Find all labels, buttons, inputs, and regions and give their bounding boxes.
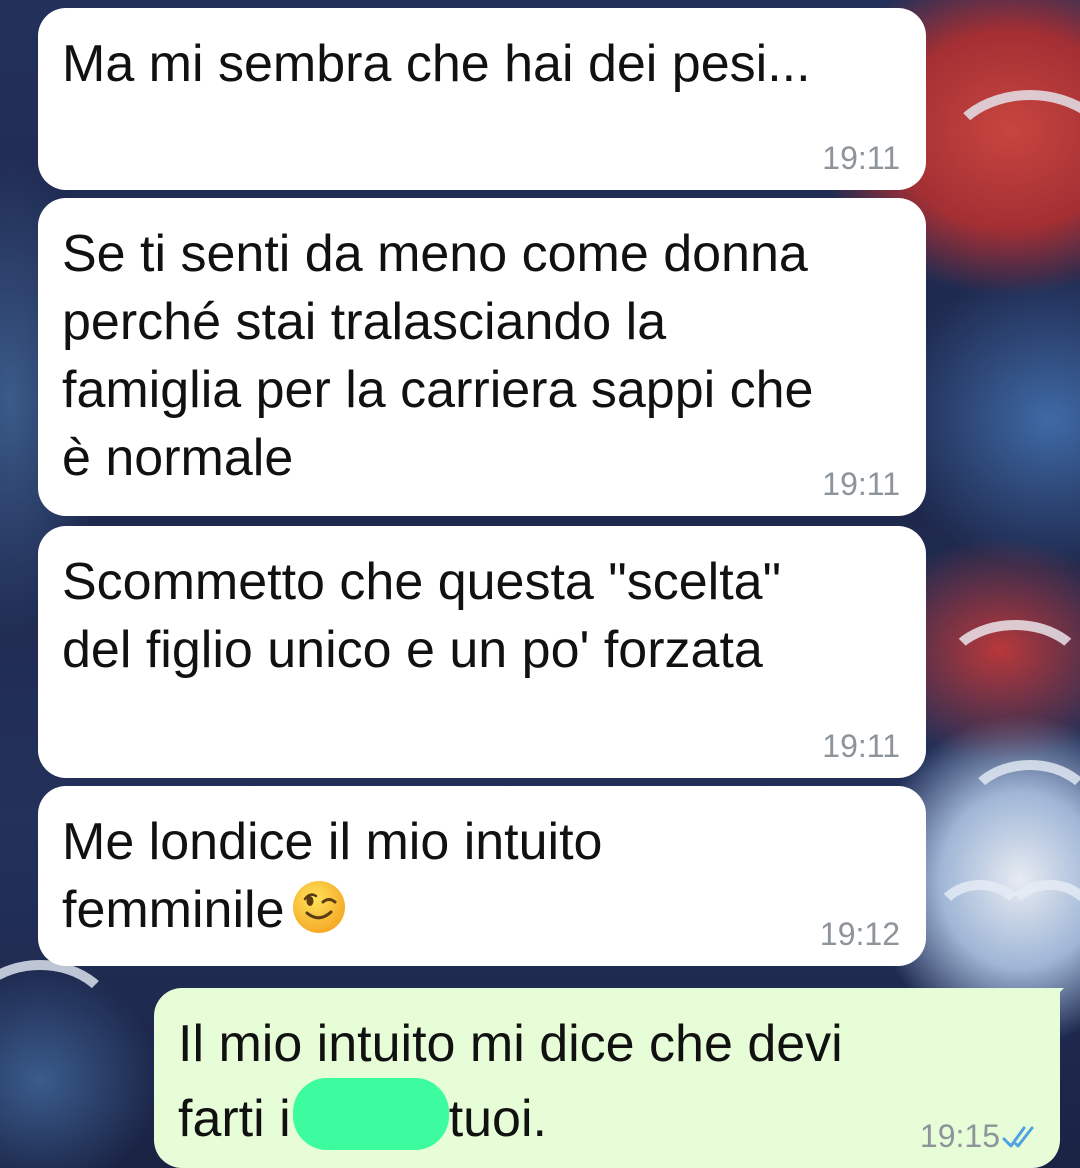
message-timestamp: 19:11 — [822, 466, 900, 502]
message-bubble-incoming[interactable]: Scommetto che questa "scelta" del figlio… — [38, 526, 926, 778]
message-text: Ma mi sembra che hai dei pesi... — [62, 35, 811, 93]
message-text-line: femminile — [62, 881, 285, 939]
redaction-mark — [292, 1078, 449, 1150]
wallpaper-wave — [940, 620, 1080, 730]
winking-face-emoji-icon — [292, 881, 345, 933]
message-bubble-outgoing[interactable]: Il mio intuito mi dice che devi farti i t… — [154, 988, 1060, 1168]
message-text-line-end: tuoi. — [448, 1090, 547, 1148]
message-bubble-incoming[interactable]: Ma mi sembra che hai dei pesi... 19:11 — [38, 8, 926, 190]
message-timestamp: 19:11 — [822, 728, 900, 764]
message-text: Me londice il mio intuito femminile — [62, 808, 902, 944]
message-text: Se ti senti da meno come donna perché st… — [62, 225, 814, 487]
message-timestamp: 19:15 — [919, 1118, 1000, 1154]
read-double-check-icon — [1002, 1126, 1034, 1148]
message-text: Scommetto che questa "scelta" del figlio… — [62, 553, 782, 679]
message-text-line: Il mio intuito mi dice che devi — [178, 1015, 843, 1073]
message-text: Il mio intuito mi dice che devi farti i t… — [178, 1010, 1036, 1153]
message-bubble-incoming[interactable]: Se ti senti da meno come donna perché st… — [38, 198, 926, 516]
message-timestamp: 19:11 — [822, 140, 900, 176]
message-bubble-incoming[interactable]: Me londice il mio intuito femminile 19:1… — [38, 786, 926, 966]
message-text-line: Me londice il mio intuito — [62, 813, 603, 871]
message-timestamp: 19:12 — [819, 916, 900, 952]
message-text-line: farti i — [178, 1090, 291, 1148]
